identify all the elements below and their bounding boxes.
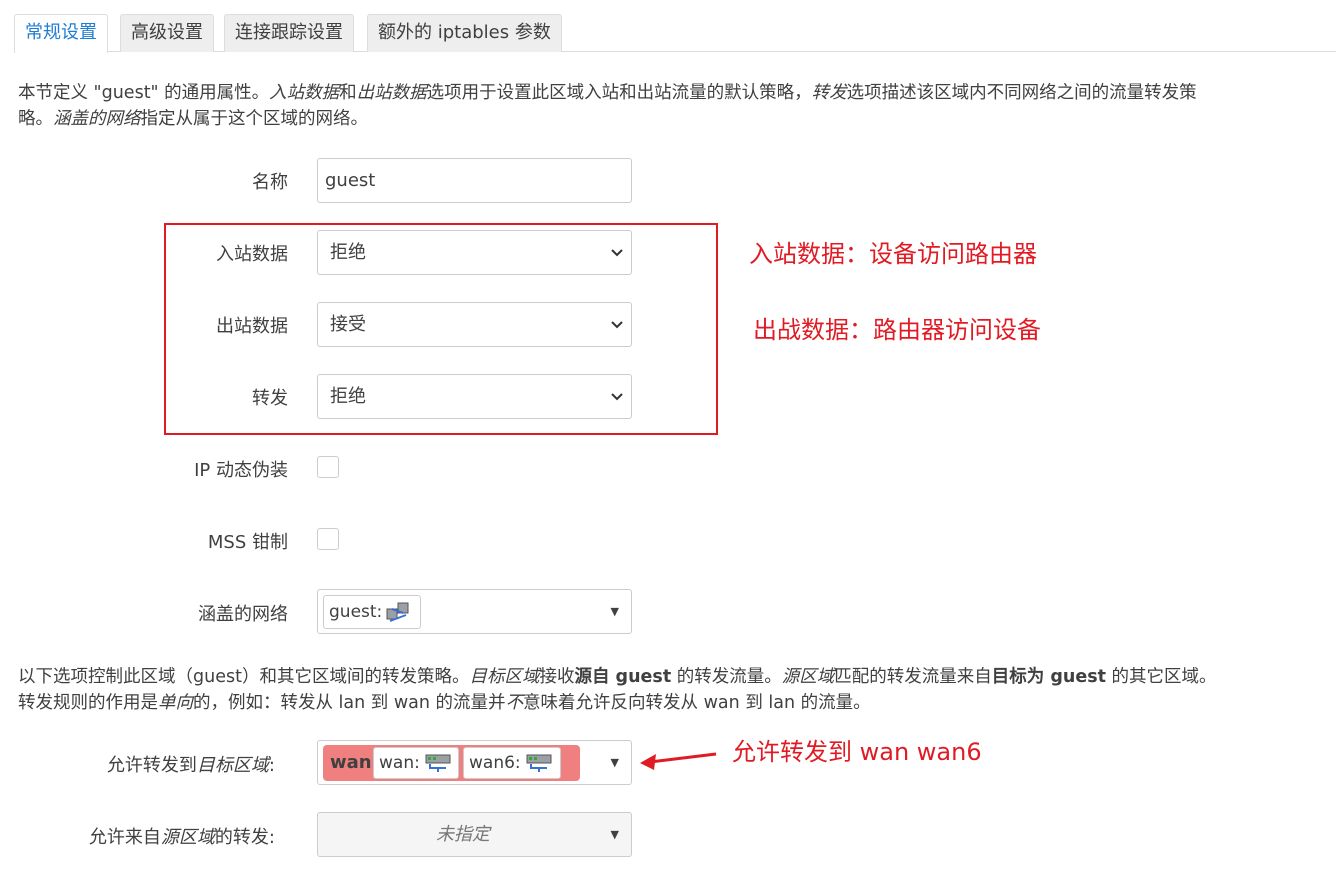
desc-text: 的其它区域。 [1105, 667, 1217, 687]
desc-italic: 入站数据 [269, 83, 340, 103]
src-zones-select[interactable]: 未指定 ▼ [317, 812, 632, 857]
input-policy-select[interactable]: 拒绝 [317, 230, 632, 275]
network-chip-wan6[interactable]: wan6: [463, 747, 561, 779]
zone-name: wan [330, 752, 372, 773]
label-text: 的转发: [214, 827, 275, 848]
forward-policy-value: 拒绝 [330, 386, 366, 407]
label-italic: 目标区域 [196, 755, 269, 776]
annotation-arrow-icon [640, 752, 717, 770]
tab-conntrack-settings[interactable]: 连接跟踪设置 [224, 14, 354, 52]
tab-bar: 常规设置 高级设置 连接跟踪设置 额外的 iptables 参数 [14, 12, 1336, 53]
label-text: : [268, 755, 275, 776]
desc-text: 的，例如：转发从 lan 到 wan 的流量并 [193, 693, 506, 713]
dropdown-caret-icon: ▼ [610, 605, 619, 618]
desc-text: 选项用于设置此区域入站和出站流量的默认策略， [426, 83, 812, 103]
zone-badge-wan[interactable]: wan wan: wan6: [323, 745, 580, 781]
network-chip-guest[interactable]: guest: [323, 595, 421, 629]
desc-text: 意味着允许反向转发从 wan 到 lan 的流量。 [523, 693, 871, 713]
output-policy-value: 接受 [330, 314, 366, 335]
desc-text: 指定从属于这个区域的网络。 [140, 109, 369, 129]
chevron-down-icon [611, 393, 623, 401]
mss-clamping-checkbox[interactable] [317, 528, 339, 550]
desc-text: 本节定义 "guest" 的通用属性。 [18, 83, 270, 103]
desc-text: 略。 [18, 109, 53, 129]
desc-bold: 源自 guest [574, 667, 672, 687]
dest-zones-select[interactable]: wan wan: wan6: ▼ [317, 740, 632, 785]
forward-policy-label: 转发 [252, 388, 288, 409]
desc-italic: 单向 [158, 693, 193, 713]
annotation-output: 出战数据：路由器访问设备 [753, 316, 1041, 344]
network-chip-label: wan6: [469, 753, 521, 773]
masquerading-checkbox[interactable] [317, 456, 339, 478]
desc-text: 转发规则的作用是 [18, 693, 158, 713]
chevron-down-icon [611, 249, 623, 257]
desc-bold: 目标为 guest [991, 667, 1106, 687]
desc-italic: 转发 [811, 83, 847, 103]
input-policy-value: 拒绝 [330, 242, 366, 263]
dest-zones-label: 允许转发到目标区域: [0, 751, 275, 777]
name-label: 名称 [252, 172, 288, 193]
wan-network-icon [425, 754, 451, 772]
masquerading-label: IP 动态伪装 [194, 460, 288, 481]
desc-text: 匹配的转发流量来自 [834, 667, 992, 687]
label-text: 允许转发到 [106, 755, 197, 776]
dropdown-caret-icon: ▼ [610, 756, 619, 769]
desc-text: 接收 [539, 667, 575, 687]
src-zones-placeholder: 未指定 [436, 824, 490, 845]
annotation-forward: 允许转发到 wan wan6 [732, 738, 982, 766]
output-policy-select[interactable]: 接受 [317, 302, 632, 347]
mss-clamping-label: MSS 钳制 [207, 532, 288, 553]
chevron-down-icon [611, 321, 623, 329]
network-chip-label: guest: [329, 602, 383, 622]
section-description: 本节定义 "guest" 的通用属性。入站数据和出站数据选项用于设置此区域入站和… [18, 80, 1328, 132]
label-italic: 源区域 [160, 827, 215, 848]
name-input[interactable]: guest [317, 158, 632, 203]
wan6-network-icon [526, 754, 552, 772]
desc-italic: 涵盖的网络 [53, 109, 141, 129]
network-chip-label: wan: [379, 753, 420, 773]
desc-text: 和 [339, 83, 357, 103]
input-policy-label: 入站数据 [216, 244, 288, 265]
network-device-icon [386, 602, 409, 622]
tab-general-settings[interactable]: 常规设置 [14, 14, 108, 53]
desc-text: 以下选项控制此区域（guest）和其它区域间的转发策略。 [18, 667, 470, 687]
dropdown-caret-icon: ▼ [610, 828, 619, 841]
covered-networks-select[interactable]: guest: ▼ [317, 589, 632, 634]
tab-advanced-settings[interactable]: 高级设置 [120, 14, 214, 52]
desc-text: 的转发流量。 [671, 667, 782, 687]
desc-italic: 出站数据 [356, 83, 427, 103]
desc-italic: 不 [505, 693, 524, 713]
desc-italic: 目标区域 [469, 667, 540, 687]
forward-policy-select[interactable]: 拒绝 [317, 374, 632, 419]
src-zones-label: 允许来自源区域的转发: [0, 823, 275, 849]
covered-networks-label: 涵盖的网络 [198, 604, 288, 625]
output-policy-label: 出站数据 [216, 316, 288, 337]
annotation-input: 入站数据：设备访问路由器 [749, 240, 1037, 268]
forwarding-description: 以下选项控制此区域（guest）和其它区域间的转发策略。目标区域接收源自 gue… [18, 664, 1328, 716]
network-chip-wan[interactable]: wan: [373, 747, 459, 779]
label-text: 允许来自 [88, 827, 161, 848]
desc-italic: 源区域 [781, 667, 835, 687]
desc-text: 选项描述该区域内不同网络之间的流量转发策 [846, 83, 1197, 103]
tab-extra-iptables[interactable]: 额外的 iptables 参数 [367, 14, 562, 52]
